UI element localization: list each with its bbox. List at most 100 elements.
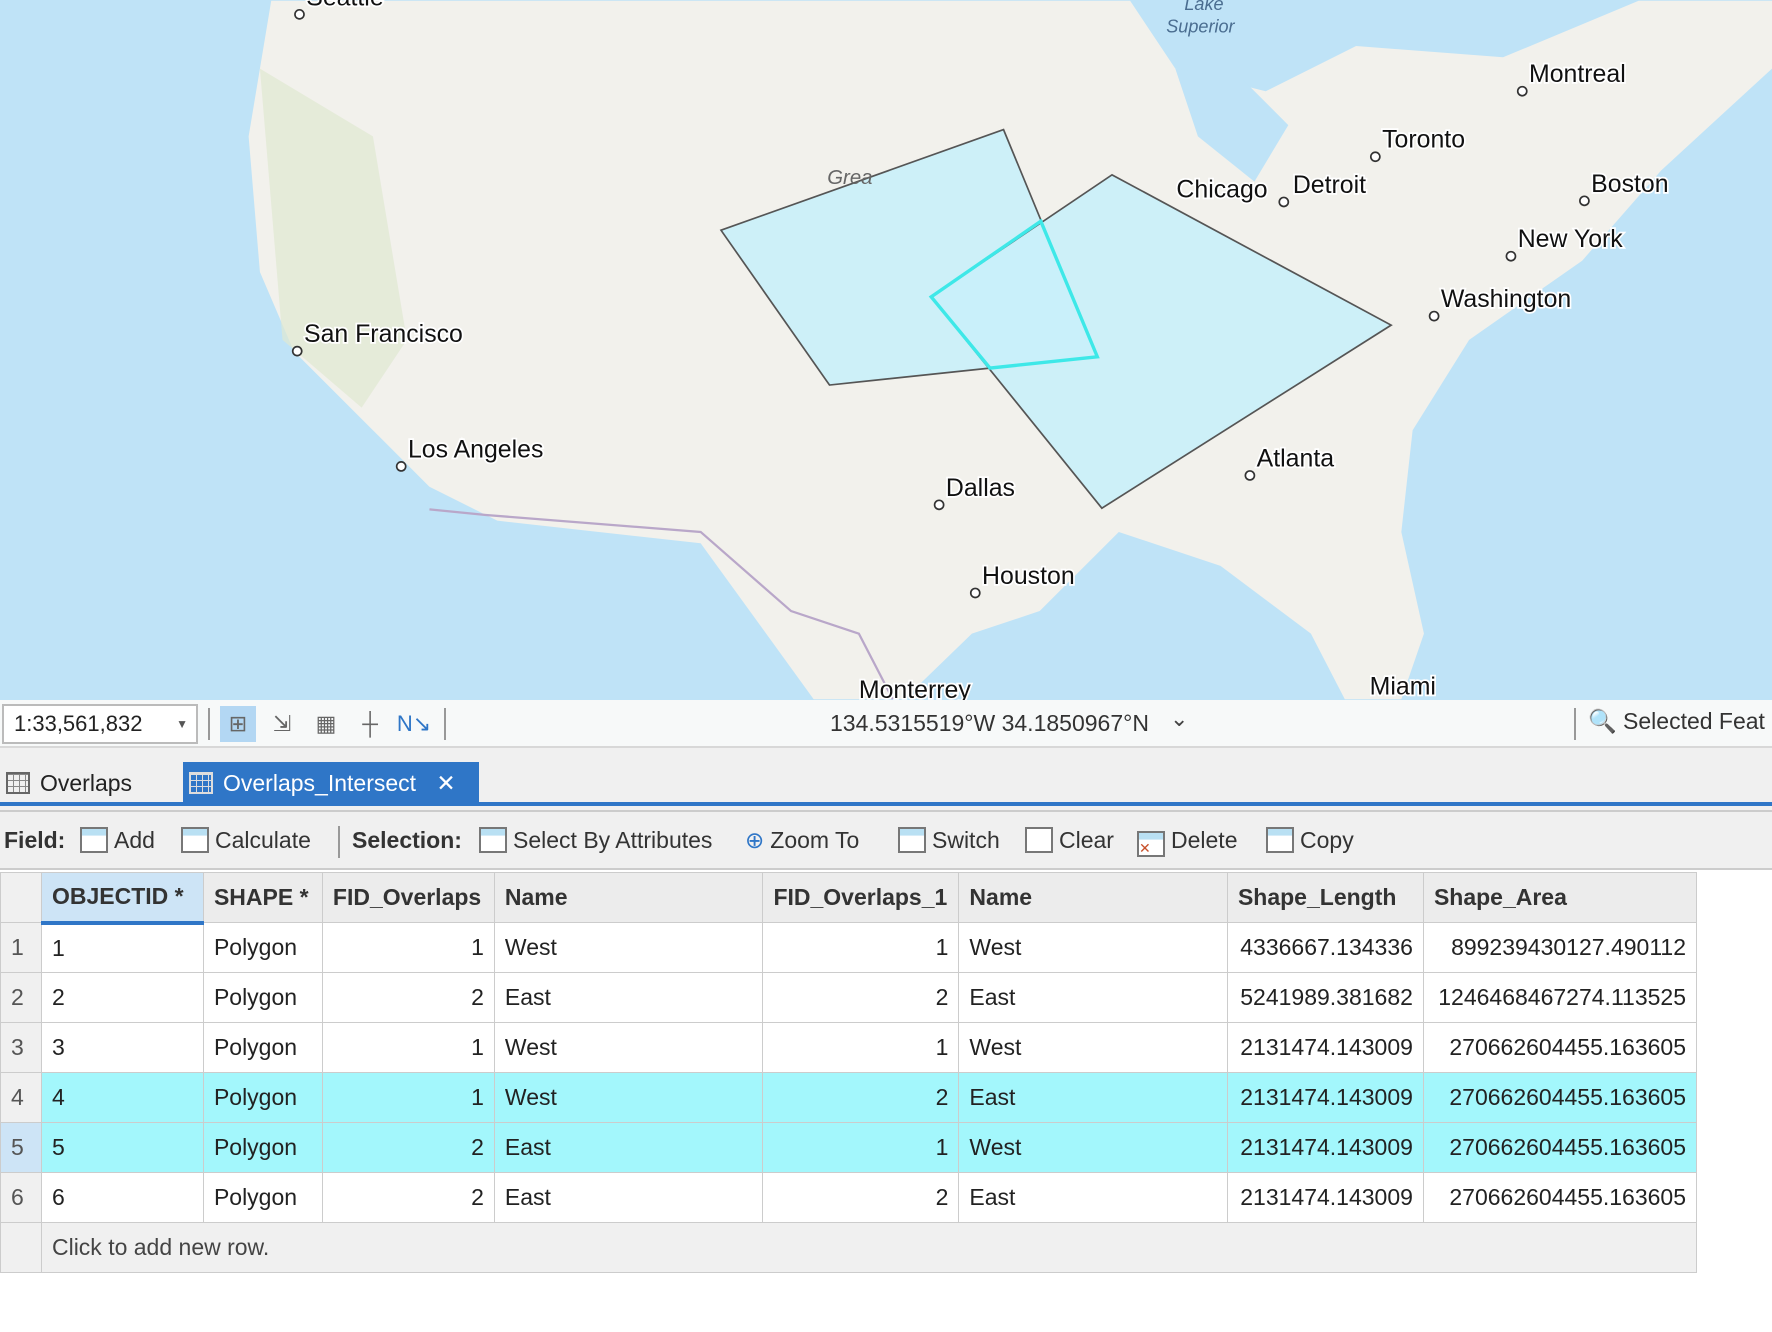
table-cell[interactable]: 2 <box>762 972 960 1023</box>
close-icon[interactable]: ✕ <box>436 770 455 796</box>
guides-icon[interactable]: ┼ <box>352 706 388 742</box>
column-header[interactable]: FID_Overlaps_1 <box>762 872 960 923</box>
table-cell[interactable]: Polygon <box>202 1122 323 1173</box>
zoom-to-button[interactable]: ⊕ Zoom To <box>745 827 859 854</box>
row-header[interactable]: 5 <box>0 1122 42 1173</box>
column-header[interactable]: Name <box>958 872 1228 923</box>
delete-button[interactable]: ✕ Delete <box>1137 827 1237 857</box>
table-cell[interactable]: 3 <box>40 1022 204 1073</box>
chevron-down-icon[interactable]: ⌄ <box>1170 706 1188 732</box>
table-cell[interactable]: East <box>958 1172 1228 1223</box>
table-icon <box>6 772 30 794</box>
column-header[interactable]: OBJECTID * <box>40 872 204 925</box>
table-row[interactable]: 1 1 Polygon 1 West 1 West 4336667.134336 8992394… <box>0 922 1698 973</box>
table-cell[interactable]: 4336667.134336 <box>1226 922 1424 973</box>
table-cell[interactable]: West <box>493 922 764 973</box>
table-cell[interactable]: 1 <box>762 1122 960 1173</box>
column-header[interactable]: Shape_Length <box>1226 872 1424 923</box>
switch-selection-button[interactable]: Switch <box>898 827 1000 854</box>
table-cell[interactable]: East <box>493 1122 764 1173</box>
table-cell[interactable]: 5241989.381682 <box>1226 972 1424 1023</box>
snapping-icon[interactable]: ⇲ <box>264 706 300 742</box>
table-cell[interactable]: 270662604455.163605 <box>1422 1122 1698 1173</box>
tab-overlaps-intersect[interactable]: Overlaps_Intersect ✕ <box>183 762 479 804</box>
row-header[interactable]: 6 <box>0 1172 42 1223</box>
grid-icon[interactable]: ▦ <box>308 706 344 742</box>
table-cell[interactable]: 5 <box>40 1122 204 1173</box>
table-cell[interactable]: West <box>958 1022 1228 1073</box>
field-label: Field: <box>4 827 66 853</box>
table-cell[interactable]: 270662604455.163605 <box>1422 1022 1698 1073</box>
row-header[interactable]: 3 <box>0 1022 42 1073</box>
add-field-button[interactable]: Add <box>80 827 155 854</box>
table-row[interactable]: 5 5 Polygon 2 East 1 West 2131474.143009 2706626… <box>0 1122 1698 1173</box>
table-cell[interactable]: West <box>493 1022 764 1073</box>
table-cell[interactable]: 1 <box>321 922 495 973</box>
table-cell[interactable]: West <box>958 922 1228 973</box>
table-cell[interactable]: 270662604455.163605 <box>1422 1172 1698 1223</box>
scale-dropdown[interactable]: 1:33,561,832 ▼ <box>2 704 198 744</box>
map-canvas[interactable]: Grea Lake Superior Seattle San Francisco L… <box>0 0 1772 700</box>
add-row-label[interactable]: Click to add new row. <box>40 1222 1698 1273</box>
table-cell[interactable]: Polygon <box>202 922 323 973</box>
column-header[interactable]: Shape_Area <box>1422 872 1698 923</box>
table-cell[interactable]: 2 <box>321 1172 495 1223</box>
table-cell[interactable]: 2 <box>321 1122 495 1173</box>
table-cell[interactable]: 2 <box>762 1172 960 1223</box>
select-all-corner[interactable] <box>0 872 42 923</box>
table-cell[interactable]: 1 <box>762 1022 960 1073</box>
table-row[interactable]: 4 4 Polygon 1 West 2 East 2131474.143009 2706626… <box>0 1072 1698 1123</box>
select-by-attributes-button[interactable]: Select By Attributes <box>479 827 712 854</box>
table-cell[interactable]: East <box>493 1172 764 1223</box>
copy-button[interactable]: Copy <box>1266 827 1354 854</box>
column-header[interactable]: SHAPE * <box>202 872 323 923</box>
north-arrow-icon[interactable]: N↘ <box>396 706 432 742</box>
table-cell[interactable]: 2131474.143009 <box>1226 1072 1424 1123</box>
city-label: Miami <box>1370 673 1436 700</box>
row-header[interactable]: 2 <box>0 972 42 1023</box>
table-row[interactable]: 3 3 Polygon 1 West 1 West 2131474.143009 2706626… <box>0 1022 1698 1073</box>
table-cell[interactable]: 4 <box>40 1072 204 1123</box>
table-cell[interactable]: 899239430127.490112 <box>1422 922 1698 973</box>
table-cell[interactable]: 270662604455.163605 <box>1422 1072 1698 1123</box>
column-header[interactable]: Name <box>493 872 764 923</box>
table-cell[interactable]: West <box>958 1122 1228 1173</box>
table-row[interactable]: 2 2 Polygon 2 East 2 East 5241989.381682 1246468… <box>0 972 1698 1023</box>
table-cell[interactable]: 1246468467274.113525 <box>1422 972 1698 1023</box>
table-cell[interactable]: 6 <box>40 1172 204 1223</box>
table-cell[interactable]: 1 <box>321 1072 495 1123</box>
table-cell[interactable]: Polygon <box>202 1072 323 1123</box>
table-cell[interactable]: 2 <box>321 972 495 1023</box>
button-label: Add <box>114 827 155 853</box>
grid-snap-icon[interactable]: ⊞ <box>220 706 256 742</box>
clear-selection-button[interactable]: Clear <box>1025 827 1114 854</box>
table-cell[interactable]: East <box>493 972 764 1023</box>
column-header[interactable]: FID_Overlaps <box>321 872 495 923</box>
table-cell[interactable]: 2131474.143009 <box>1226 1122 1424 1173</box>
table-cell[interactable]: 1 <box>762 922 960 973</box>
table-cell[interactable]: East <box>958 972 1228 1023</box>
table-cell[interactable]: Polygon <box>202 1022 323 1073</box>
button-label: Delete <box>1171 827 1238 853</box>
row-header[interactable]: 4 <box>0 1072 42 1123</box>
table-cell[interactable]: Polygon <box>202 1172 323 1223</box>
select-by-attributes-icon <box>479 827 507 853</box>
selected-features-button[interactable]: 🔍 Selected Feat <box>1588 708 1765 735</box>
table-row[interactable]: 6 6 Polygon 2 East 2 East 2131474.143009 2706626… <box>0 1172 1698 1223</box>
map-view[interactable]: Grea Lake Superior Seattle San Francisco L… <box>0 0 1772 700</box>
add-row[interactable]: Click to add new row. <box>0 1222 1698 1273</box>
table-cell[interactable]: 2 <box>40 972 204 1023</box>
zoom-to-icon: ⊕ <box>745 827 765 853</box>
table-cell[interactable]: East <box>958 1072 1228 1123</box>
table-cell[interactable]: 1 <box>40 922 204 973</box>
table-cell[interactable]: Polygon <box>202 972 323 1023</box>
city-label: Chicago <box>1176 175 1267 203</box>
table-cell[interactable]: West <box>493 1072 764 1123</box>
tab-overlaps[interactable]: Overlaps <box>0 762 170 804</box>
calculate-field-button[interactable]: Calculate <box>181 827 311 854</box>
table-cell[interactable]: 2131474.143009 <box>1226 1022 1424 1073</box>
row-header[interactable]: 1 <box>0 922 42 973</box>
table-cell[interactable]: 2 <box>762 1072 960 1123</box>
table-cell[interactable]: 1 <box>321 1022 495 1073</box>
table-cell[interactable]: 2131474.143009 <box>1226 1172 1424 1223</box>
